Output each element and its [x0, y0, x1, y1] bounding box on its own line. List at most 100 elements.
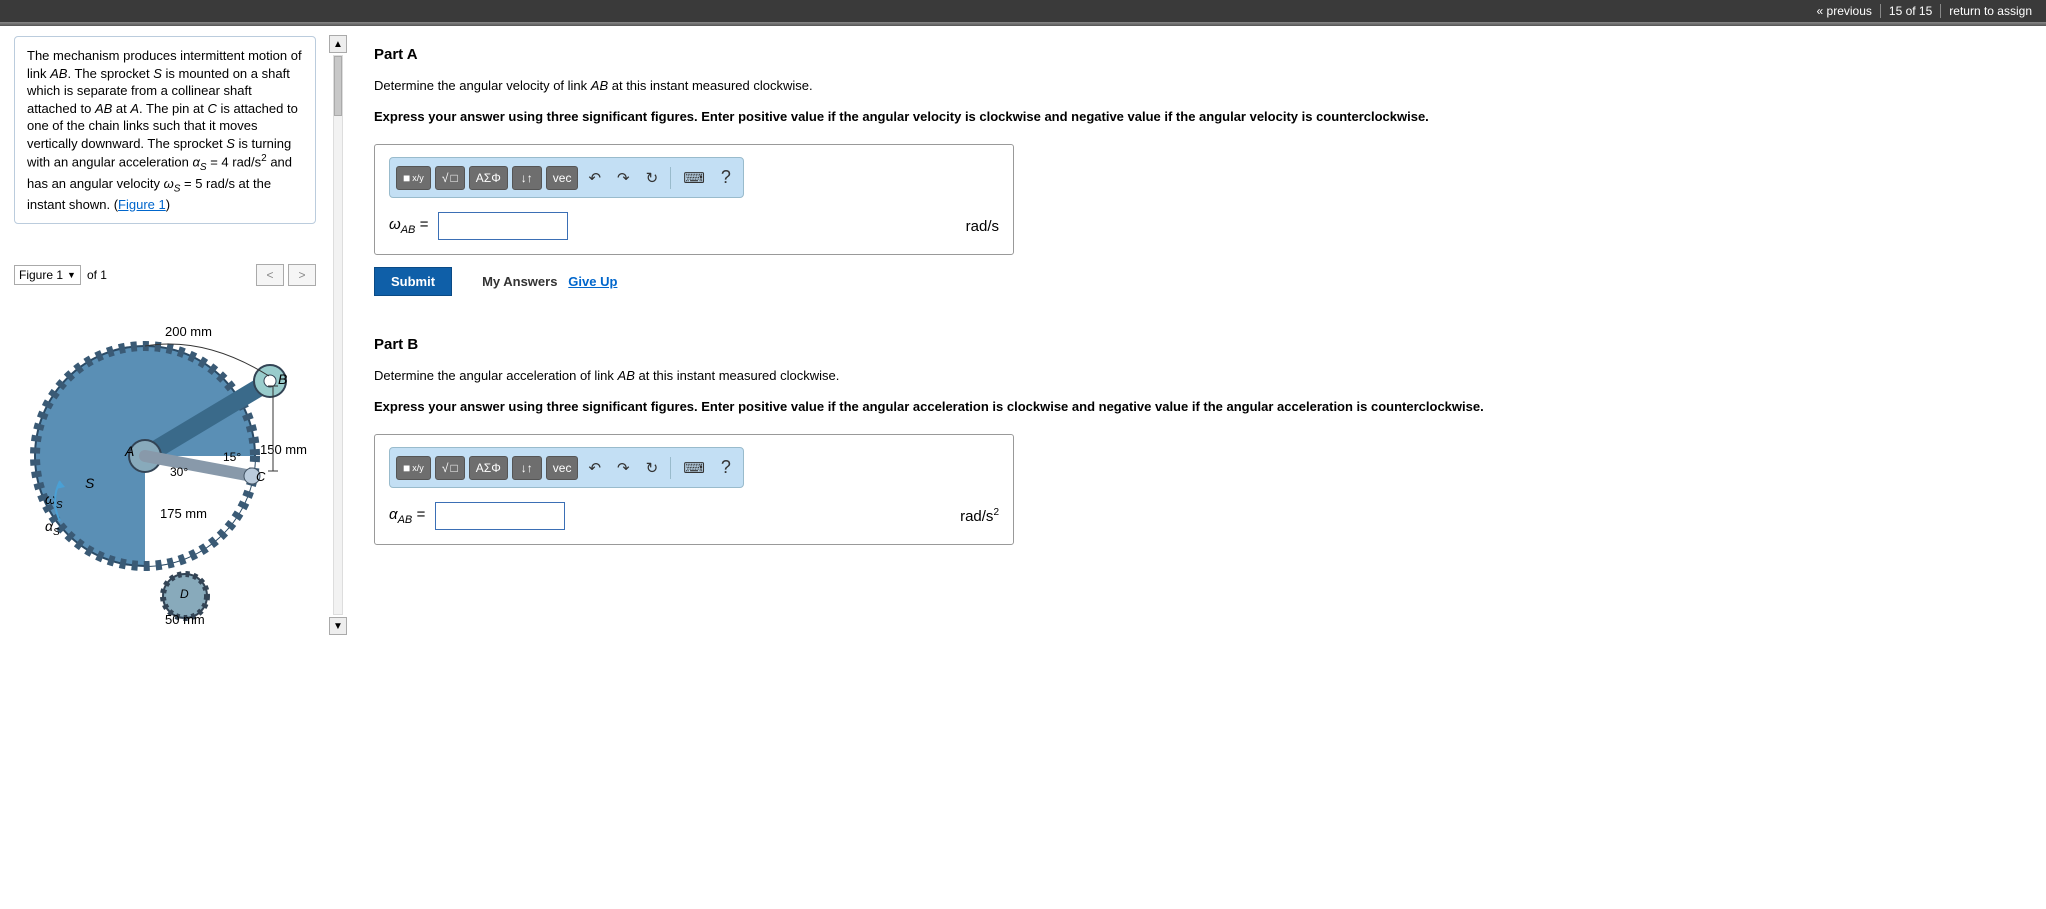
- sqrt-icon: √: [442, 171, 449, 185]
- problem-text: = 4 rad/s: [207, 155, 262, 170]
- unit-sup: 2: [993, 507, 999, 518]
- equation-row: ωAB = rad/s: [389, 212, 999, 240]
- template-button[interactable]: ■x/y: [396, 456, 431, 480]
- var-symbol: α: [389, 506, 398, 523]
- label-C: C: [256, 469, 266, 484]
- prompt-text: Determine the angular acceleration of li…: [374, 368, 618, 383]
- part-a-answer-box: ■x/y √□ ΑΣΦ ↓↑ vec ↶ ↷ ↻ ⌨ ? ωAB = rad/s: [374, 144, 1014, 255]
- box-icon: □: [450, 171, 457, 185]
- part-a-title: Part A: [374, 46, 2028, 63]
- var-AB: AB: [50, 66, 67, 81]
- var-alpha: α: [193, 155, 200, 170]
- variable-label: ωAB =: [389, 216, 428, 236]
- figure-link[interactable]: Figure 1: [118, 197, 166, 212]
- vec-button[interactable]: vec: [546, 166, 579, 190]
- template-icon: ■: [403, 461, 410, 475]
- greek-button[interactable]: ΑΣΦ: [469, 166, 508, 190]
- top-nav-bar: « previous 15 of 15 return to assign: [0, 0, 2046, 22]
- return-link[interactable]: return to assign: [1941, 4, 2040, 18]
- help-button[interactable]: ?: [715, 453, 737, 482]
- var-subscript: AB: [401, 224, 416, 236]
- chevron-down-icon: ▼: [67, 270, 76, 280]
- left-panel: The mechanism produces intermittent moti…: [0, 26, 350, 636]
- sqrt-button[interactable]: √□: [435, 166, 465, 190]
- equation-row: αAB = rad/s2: [389, 502, 999, 530]
- sqrt-button[interactable]: √□: [435, 456, 465, 480]
- template-button[interactable]: ■x/y: [396, 166, 431, 190]
- label-B: B: [278, 371, 287, 387]
- figure-diagram: 200 mm B A S C 30° 15° 150 mm 175 mm D 5…: [14, 306, 316, 626]
- scroll-thumb[interactable]: [334, 56, 342, 116]
- prompt-text: at this instant measured clockwise.: [608, 78, 812, 93]
- page-counter: 15 of 15: [1881, 4, 1941, 18]
- unit-label: rad/s2: [960, 507, 999, 525]
- scrollbar[interactable]: ▲ ▼: [326, 34, 350, 636]
- scroll-up-icon[interactable]: ▲: [329, 35, 347, 53]
- prev-link[interactable]: « previous: [1809, 4, 1881, 18]
- var-AB: AB: [618, 368, 635, 383]
- my-answers-link[interactable]: My Answers: [482, 274, 557, 289]
- figure-dropdown[interactable]: Figure 1 ▼: [14, 265, 81, 285]
- answer-input-b[interactable]: [435, 502, 565, 530]
- updown-button[interactable]: ↓↑: [512, 456, 542, 480]
- greek-button[interactable]: ΑΣΦ: [469, 456, 508, 480]
- keyboard-button[interactable]: ⌨: [677, 455, 711, 481]
- label-50mm: 50 mm: [165, 612, 205, 626]
- problem-text: ): [166, 197, 170, 212]
- unit-text: rad/s: [960, 508, 993, 525]
- var-symbol: ω: [389, 216, 401, 233]
- problem-text: . The pin at: [139, 101, 207, 116]
- figure-selector-row: Figure 1 ▼ of 1 < >: [14, 264, 316, 286]
- separator: [670, 167, 671, 189]
- separator: [670, 457, 671, 479]
- scroll-down-icon[interactable]: ▼: [329, 617, 347, 635]
- var-subscript: AB: [398, 514, 413, 526]
- vec-button[interactable]: vec: [546, 456, 579, 480]
- part-b-instructions: Express your answer using three signific…: [374, 398, 2028, 416]
- updown-button[interactable]: ↓↑: [512, 166, 542, 190]
- redo-button[interactable]: ↷: [611, 455, 636, 481]
- label-30deg: 30°: [170, 465, 188, 479]
- problem-text: at: [112, 101, 130, 116]
- label-A: A: [124, 443, 134, 459]
- frac-icon: x/y: [412, 463, 424, 473]
- frac-icon: x/y: [412, 173, 424, 183]
- scroll-track[interactable]: [333, 55, 343, 615]
- problem-text: . The sprocket: [67, 66, 153, 81]
- answer-input-a[interactable]: [438, 212, 568, 240]
- label-200mm: 200 mm: [165, 324, 212, 339]
- submit-button[interactable]: Submit: [374, 267, 452, 296]
- part-a-prompt: Determine the angular velocity of link A…: [374, 77, 2028, 96]
- template-icon: ■: [403, 171, 410, 185]
- unit-label: rad/s: [966, 218, 999, 235]
- part-b-prompt: Determine the angular acceleration of li…: [374, 367, 2028, 386]
- reset-button[interactable]: ↻: [640, 165, 665, 191]
- label-D: D: [180, 587, 189, 601]
- undo-button[interactable]: ↶: [582, 455, 607, 481]
- undo-button[interactable]: ↶: [582, 165, 607, 191]
- equation-toolbar: ■x/y √□ ΑΣΦ ↓↑ vec ↶ ↷ ↻ ⌨ ?: [389, 157, 744, 198]
- part-a-submit-row: Submit My Answers Give Up: [374, 267, 2028, 296]
- equals-sign: =: [415, 216, 428, 233]
- equation-toolbar: ■x/y √□ ΑΣΦ ↓↑ vec ↶ ↷ ↻ ⌨ ?: [389, 447, 744, 488]
- label-S: S: [85, 475, 95, 491]
- keyboard-button[interactable]: ⌨: [677, 165, 711, 191]
- figure-next-button[interactable]: >: [288, 264, 316, 286]
- part-b-answer-box: ■x/y √□ ΑΣΦ ↓↑ vec ↶ ↷ ↻ ⌨ ? αAB = rad/s…: [374, 434, 1014, 545]
- redo-button[interactable]: ↷: [611, 165, 636, 191]
- var-S: S: [226, 136, 235, 151]
- var-AB: AB: [95, 101, 112, 116]
- label-150mm: 150 mm: [260, 442, 307, 457]
- figure-dropdown-label: Figure 1: [19, 268, 63, 282]
- var-S: S: [153, 66, 162, 81]
- figure-prev-button[interactable]: <: [256, 264, 284, 286]
- reset-button[interactable]: ↻: [640, 455, 665, 481]
- label-15deg: 15°: [223, 450, 241, 464]
- help-button[interactable]: ?: [715, 163, 737, 192]
- prompt-text: Determine the angular velocity of link: [374, 78, 591, 93]
- variable-label: αAB =: [389, 506, 425, 526]
- var-omega: ω: [164, 176, 174, 191]
- problem-statement: The mechanism produces intermittent moti…: [14, 36, 316, 224]
- give-up-link[interactable]: Give Up: [568, 274, 617, 289]
- box-icon: □: [450, 461, 457, 475]
